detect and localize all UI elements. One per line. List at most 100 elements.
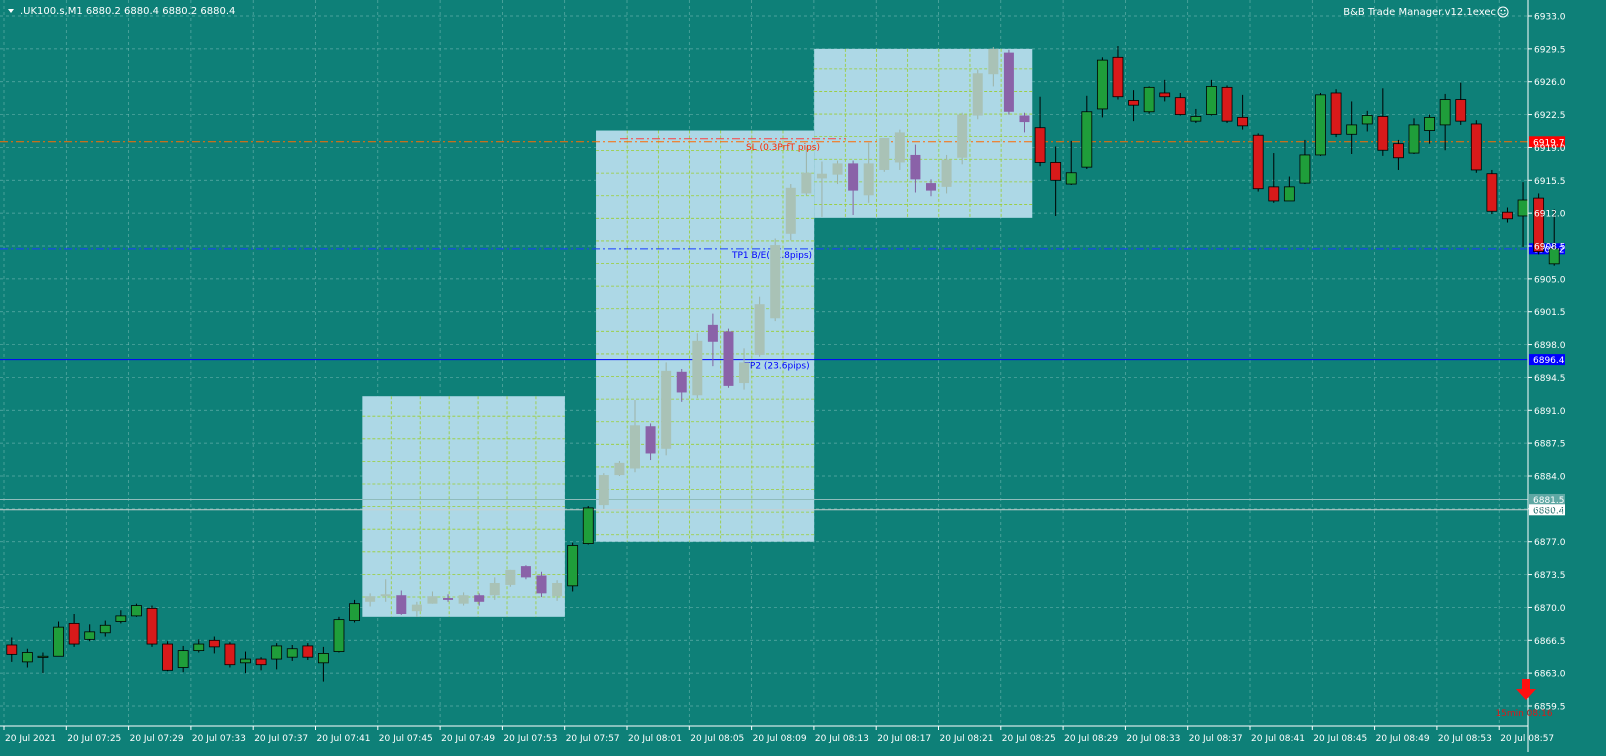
candle-body bbox=[84, 631, 96, 640]
candle-body bbox=[879, 138, 890, 170]
candle-body bbox=[1455, 99, 1467, 122]
candle-body bbox=[894, 132, 905, 163]
time-tick-label: 20 Jul 07:37 bbox=[254, 734, 308, 744]
candle-body bbox=[131, 605, 142, 617]
time-tick-label: 20 Jul 07:41 bbox=[317, 734, 371, 744]
candle-body bbox=[848, 163, 859, 191]
candle-body bbox=[396, 595, 407, 614]
candle-body bbox=[1424, 116, 1435, 131]
price-chart[interactable]: SL (0.3PrfT pips) 6919.7TP1 B/E(11.8pips)… bbox=[0, 0, 1606, 752]
price-tick-label: 6929.5 bbox=[1534, 45, 1566, 55]
candle-body bbox=[1128, 100, 1139, 106]
candle bbox=[146, 605, 158, 647]
candle-body bbox=[1019, 115, 1030, 123]
candle-body bbox=[37, 655, 49, 658]
candle bbox=[1486, 169, 1498, 215]
tp2-line-price-tag-text: 6896.4 bbox=[1533, 356, 1565, 366]
candle bbox=[1221, 85, 1233, 124]
candle-body bbox=[224, 643, 236, 666]
candle-body bbox=[676, 371, 687, 393]
candle-body bbox=[692, 340, 703, 396]
candle-body bbox=[614, 462, 625, 476]
candle-body bbox=[1003, 52, 1014, 112]
candle-body bbox=[365, 596, 376, 602]
candle-body bbox=[988, 48, 999, 75]
price-tick-label: 6901.5 bbox=[1534, 308, 1566, 318]
candle-body bbox=[458, 595, 469, 604]
candle-body bbox=[474, 595, 485, 602]
candle-body bbox=[1502, 211, 1513, 220]
candle-body bbox=[1190, 116, 1202, 122]
candle-body bbox=[739, 362, 750, 384]
price-tick-label: 6884.0 bbox=[1534, 473, 1566, 483]
candle bbox=[505, 569, 516, 587]
candle-body bbox=[661, 370, 672, 449]
candle-body bbox=[162, 643, 173, 671]
candle-body bbox=[302, 645, 314, 658]
price-tick-label: 6898.0 bbox=[1534, 341, 1566, 351]
candle-body bbox=[536, 575, 547, 594]
candle-body bbox=[785, 187, 796, 234]
candle bbox=[520, 565, 531, 580]
candle-body bbox=[1470, 123, 1482, 171]
time-tick-label: 20 Jul 07:57 bbox=[566, 734, 620, 744]
candle-body bbox=[1252, 134, 1264, 190]
candle-body bbox=[286, 648, 298, 658]
candle-body bbox=[240, 658, 251, 664]
price-tick-label: 6866.5 bbox=[1534, 637, 1566, 647]
price-tick-label: 6933.0 bbox=[1534, 13, 1566, 23]
candle-body bbox=[723, 331, 734, 386]
candle bbox=[1252, 133, 1264, 192]
candle bbox=[785, 184, 796, 241]
candle-body bbox=[520, 566, 531, 578]
price-tick-label: 6887.5 bbox=[1534, 440, 1566, 450]
candle-body bbox=[349, 603, 360, 621]
candle-body bbox=[629, 425, 640, 469]
time-tick-label: 20 Jul 07:49 bbox=[441, 734, 495, 744]
candle-body bbox=[1315, 94, 1326, 156]
candle-body bbox=[1206, 86, 1217, 115]
candle-body bbox=[177, 650, 189, 668]
price-tick-label: 6894.5 bbox=[1534, 374, 1566, 384]
candle bbox=[349, 599, 360, 623]
candle-body bbox=[1143, 86, 1155, 113]
zone-box bbox=[814, 48, 1033, 218]
candle-body bbox=[832, 163, 843, 175]
candle-body bbox=[1268, 186, 1280, 202]
price-tick-label: 6870.0 bbox=[1534, 604, 1566, 614]
candle bbox=[302, 643, 314, 660]
time-tick-label: 20 Jul 08:09 bbox=[753, 734, 807, 744]
time-tick-label: 20 Jul 08:05 bbox=[690, 734, 744, 744]
candle-body bbox=[1065, 172, 1077, 185]
candle-body bbox=[380, 594, 391, 597]
candle bbox=[879, 138, 890, 172]
candle-body bbox=[271, 645, 283, 660]
candle-body bbox=[68, 622, 80, 645]
time-tick-label: 20 Jul 08:57 bbox=[1500, 734, 1554, 744]
time-tick-label: 20 Jul 08:01 bbox=[628, 734, 682, 744]
candle bbox=[131, 603, 142, 617]
time-tick-label: 20 Jul 07:53 bbox=[503, 734, 557, 744]
candle-body bbox=[1034, 127, 1046, 163]
candle-body bbox=[21, 652, 33, 663]
candle-body bbox=[972, 73, 983, 116]
candle-body bbox=[115, 615, 127, 622]
zone-box bbox=[596, 130, 815, 542]
candle-body bbox=[1361, 115, 1373, 125]
candle-body bbox=[1081, 111, 1093, 168]
candle bbox=[1096, 57, 1108, 118]
candle-timer: 15min 08:16 bbox=[1495, 709, 1552, 719]
candle-body bbox=[1330, 92, 1342, 135]
time-tick-label: 20 Jul 2021 bbox=[5, 734, 56, 744]
candle-body bbox=[1283, 186, 1295, 202]
candle-body bbox=[1346, 124, 1358, 135]
sl-line-label: SL (0.3PrfT pips) bbox=[746, 143, 820, 153]
candle bbox=[582, 506, 594, 545]
chart-window[interactable]: SL (0.3PrfT pips) 6919.7 TP1 B/E(11.8pips)… bbox=[0, 0, 1606, 752]
candle-body bbox=[1221, 86, 1233, 122]
candle-body bbox=[552, 583, 563, 597]
candle-body bbox=[645, 426, 656, 454]
candle-body bbox=[1050, 162, 1062, 181]
candle bbox=[1143, 86, 1155, 114]
candle-body bbox=[941, 159, 952, 187]
